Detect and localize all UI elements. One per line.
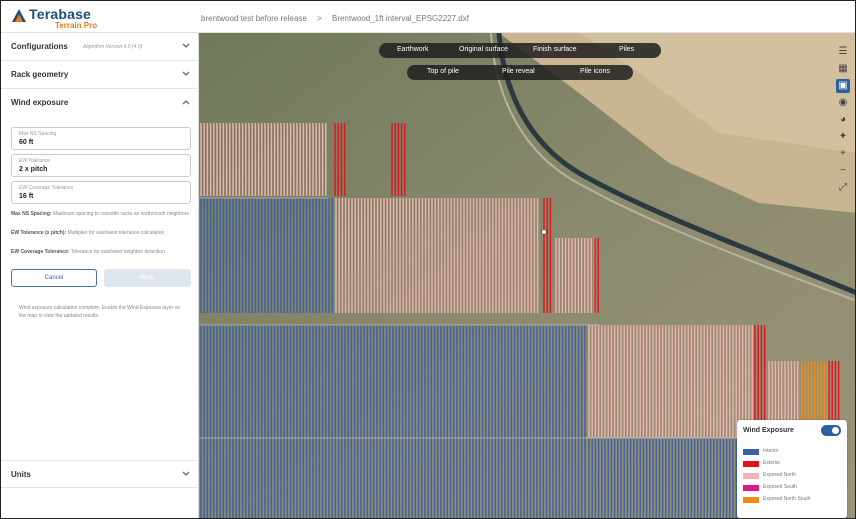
field-label: EW Tolerance bbox=[19, 158, 51, 164]
chevron-down-icon[interactable] bbox=[181, 469, 191, 479]
ew-tolerance-field[interactable]: EW Tolerance 2 x pitch bbox=[11, 154, 191, 177]
zoom-in-icon[interactable]: + bbox=[836, 147, 850, 161]
grid-icon[interactable]: ▦ bbox=[836, 62, 850, 76]
legend-title: Wind Exposure bbox=[743, 427, 794, 434]
section-title: Configurations bbox=[11, 42, 68, 51]
help-ew-coverage-tolerance: EW Coverage Tolerance: Tolerance for eas… bbox=[11, 249, 193, 256]
legend-swatch bbox=[743, 461, 759, 467]
field-value[interactable]: 60 ft bbox=[19, 139, 33, 146]
terabase-logo-icon bbox=[12, 9, 26, 22]
legend-label: Interior bbox=[763, 448, 779, 454]
app-subtitle: Terrain Pro bbox=[55, 21, 98, 30]
section-rack-geometry[interactable]: Rack geometry bbox=[1, 61, 199, 89]
app-window: Terabase Terrain Pro brentwood test befo… bbox=[0, 0, 856, 519]
pile-subtabs: Top of pile Pile reveal Pile icons bbox=[407, 65, 633, 80]
field-label: Max NS Spacing bbox=[19, 131, 57, 137]
field-value[interactable]: 16 ft bbox=[19, 193, 33, 200]
section-configurations[interactable]: Configurations Algorithm Version 4.0 (4.… bbox=[1, 33, 199, 61]
breadcrumb-separator: > bbox=[317, 14, 322, 23]
breadcrumb: brentwood test before release > Brentwoo… bbox=[201, 14, 469, 23]
zoom-out-icon[interactable]: − bbox=[836, 164, 850, 178]
section-units[interactable]: Units bbox=[1, 460, 199, 488]
mouse-cursor bbox=[541, 229, 547, 235]
tab-piles[interactable]: Piles bbox=[619, 46, 634, 53]
chevron-down-icon[interactable] bbox=[181, 41, 191, 51]
globe-icon[interactable]: ◕ bbox=[836, 113, 850, 127]
breadcrumb-file[interactable]: Brentwood_1ft interval_EPSG2227.dxf bbox=[332, 14, 469, 23]
compass-icon[interactable]: ✦ bbox=[836, 130, 850, 144]
legend-swatch bbox=[743, 473, 759, 479]
tab-top-of-pile[interactable]: Top of pile bbox=[427, 68, 459, 75]
status-message: Wind exposure calculation complete. Enab… bbox=[19, 305, 181, 319]
help-term: Max NS Spacing: bbox=[11, 211, 52, 217]
field-label: EW Coverage Tolerance bbox=[19, 185, 74, 191]
legend-swatch bbox=[743, 449, 759, 455]
wind-exposure-legend: Wind Exposure Interior Exterior Exposed … bbox=[737, 420, 847, 518]
chevron-up-icon[interactable] bbox=[181, 97, 191, 107]
legend-label: Exposed North bbox=[763, 472, 797, 478]
legend-toggle[interactable] bbox=[821, 425, 841, 436]
section-title: Wind exposure bbox=[11, 98, 69, 107]
app-header: Terabase Terrain Pro brentwood test befo… bbox=[1, 1, 855, 33]
help-term: EW Tolerance (x pitch): bbox=[11, 230, 67, 236]
map-view-icon[interactable]: ▣ bbox=[836, 79, 850, 93]
help-text: Tolerance for east/west neighbor detecti… bbox=[70, 249, 165, 255]
legend-label: Exposed North South bbox=[763, 496, 811, 502]
help-max-ns-spacing: Max NS Spacing: Maximum spacing to consi… bbox=[11, 211, 193, 218]
fullscreen-icon[interactable]: ⤢ bbox=[836, 181, 850, 195]
tab-pile-reveal[interactable]: Pile reveal bbox=[502, 68, 535, 75]
app-name: Terabase bbox=[29, 6, 92, 22]
apply-button[interactable]: Apply bbox=[104, 269, 191, 287]
layers-icon[interactable]: ☰ bbox=[836, 45, 850, 59]
tab-earthwork[interactable]: Earthwork bbox=[397, 46, 429, 53]
sidebar: Configurations Algorithm Version 4.0 (4.… bbox=[1, 33, 199, 518]
legend-swatch bbox=[743, 485, 759, 491]
view-tabs: Earthwork Original surface Finish surfac… bbox=[379, 43, 661, 58]
legend-label: Exposed South bbox=[763, 484, 797, 490]
map-toolbar: ☰ ▦ ▣ ◉ ◕ ✦ + − ⤢ bbox=[836, 45, 852, 198]
tab-pile-icons[interactable]: Pile icons bbox=[580, 68, 610, 75]
ew-coverage-tolerance-field[interactable]: EW Coverage Tolerance 16 ft bbox=[11, 181, 191, 204]
help-ew-tolerance: EW Tolerance (x pitch): Multiplier for e… bbox=[11, 230, 193, 237]
chevron-down-icon[interactable] bbox=[181, 69, 191, 79]
section-title: Units bbox=[11, 470, 31, 479]
legend-label: Exterior bbox=[763, 460, 781, 466]
help-text: Multiplier for east/west tolerance calcu… bbox=[67, 230, 165, 236]
camera-icon[interactable]: ◉ bbox=[836, 96, 850, 110]
logo[interactable]: Terabase Terrain Pro bbox=[11, 6, 131, 30]
map-view[interactable]: Earthwork Original surface Finish surfac… bbox=[199, 33, 855, 518]
section-wind-exposure[interactable]: Wind exposure bbox=[1, 89, 199, 117]
breadcrumb-project[interactable]: brentwood test before release bbox=[201, 14, 307, 23]
legend-swatch bbox=[743, 497, 759, 503]
version-label: Algorithm Version 4.0 (4.0) bbox=[83, 44, 143, 50]
help-text: Maximum spacing to consider racks as nor… bbox=[52, 211, 189, 217]
cancel-button[interactable]: Cancel bbox=[11, 269, 97, 287]
tab-finish-surface[interactable]: Finish surface bbox=[533, 46, 577, 53]
tab-original-surface[interactable]: Original surface bbox=[459, 46, 508, 53]
help-term: EW Coverage Tolerance: bbox=[11, 249, 70, 255]
max-ns-spacing-field[interactable]: Max NS Spacing 60 ft bbox=[11, 127, 191, 150]
field-value[interactable]: 2 x pitch bbox=[19, 166, 47, 173]
section-title: Rack geometry bbox=[11, 70, 69, 79]
